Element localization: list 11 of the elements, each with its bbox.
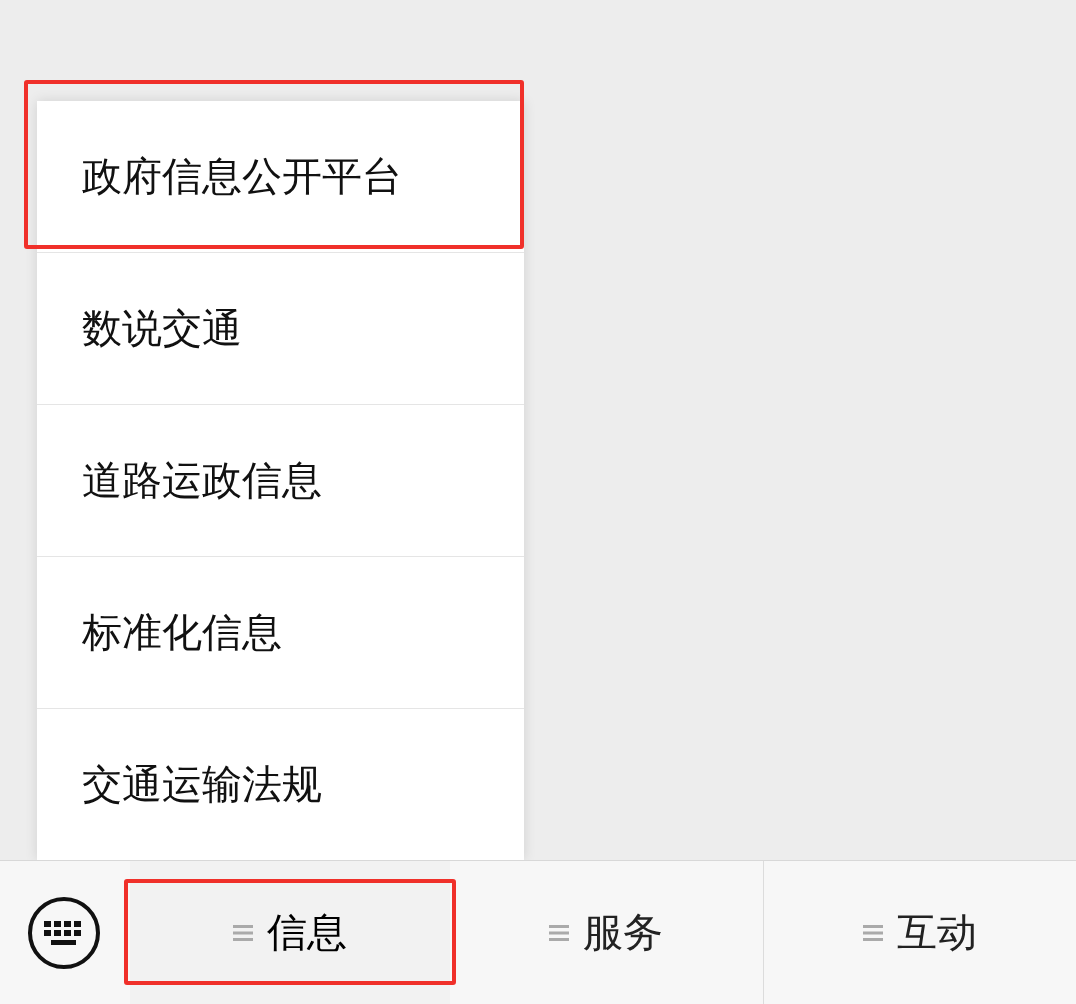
- menu-item[interactable]: 政府信息公开平台: [37, 101, 524, 252]
- menu-item[interactable]: 道路运政信息: [37, 404, 524, 556]
- menu-tab[interactable]: 服务: [450, 861, 763, 1004]
- menu-tab[interactable]: 信息: [130, 861, 450, 1004]
- keyboard-icon[interactable]: [27, 895, 101, 970]
- menu-icon: [862, 923, 883, 942]
- menu-icon: [549, 923, 570, 942]
- menu-icon: [233, 923, 253, 942]
- menu-item[interactable]: 数说交通: [37, 252, 524, 404]
- menu-item[interactable]: 标准化信息: [37, 556, 524, 708]
- menu-tab[interactable]: 互动: [762, 861, 1076, 1004]
